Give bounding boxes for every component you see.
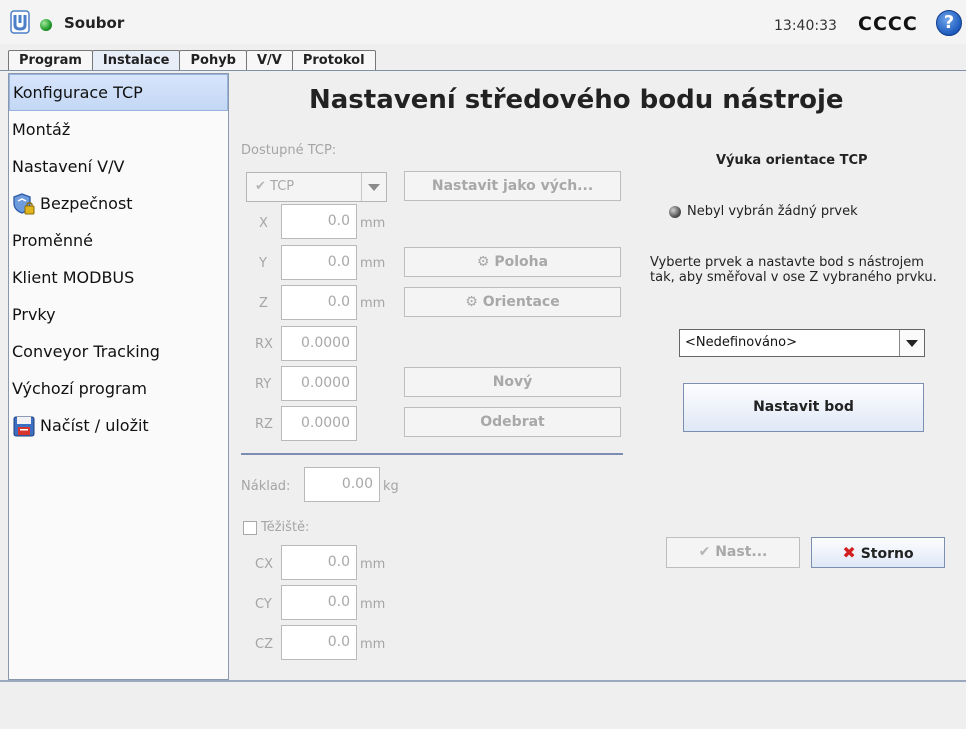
feature-select-value: <Nedefinováno> <box>685 335 797 350</box>
payload-label: Náklad: <box>241 479 291 494</box>
floppy-disk-icon <box>13 416 35 436</box>
cx-unit: mm <box>360 557 386 572</box>
teach-instructions: Vyberte prvek a nastavte bod s nástrojem… <box>650 255 937 285</box>
help-icon[interactable]: ? <box>936 10 962 36</box>
x-unit: mm <box>360 216 386 231</box>
feature-status-icon <box>669 206 681 218</box>
installation-sidebar: Konfigurace TCP Montáž Nastavení V/V Bez… <box>8 73 229 680</box>
sidebar-item-modbus[interactable]: Klient MODBUS <box>9 259 228 296</box>
rz-field[interactable]: 0.0000 <box>281 406 357 441</box>
position-button[interactable]: ⚙ Poloha <box>404 247 621 277</box>
z-field[interactable]: 0.0 <box>281 285 357 320</box>
ry-label: RY <box>255 377 272 392</box>
cy-unit: mm <box>360 597 386 612</box>
available-tcp-label: Dostupné TCP: <box>241 143 337 158</box>
sidebar-item-mounting[interactable]: Montáž <box>9 111 228 148</box>
close-icon: ✖ <box>842 543 856 562</box>
sidebar-item-label: Načíst / uložit <box>40 415 149 435</box>
top-bar: Soubor 13:40:33 CCCC ? <box>0 0 966 44</box>
z-unit: mm <box>360 296 386 311</box>
cz-field[interactable]: 0.0 <box>281 625 357 660</box>
cy-label: CY <box>255 597 272 612</box>
sidebar-item-default-program[interactable]: Výchozí program <box>9 370 228 407</box>
sidebar-item-label: Klient MODBUS <box>12 267 135 287</box>
tcp-select[interactable]: ✔ TCP <box>246 172 387 202</box>
apply-button[interactable]: ✔ Nast... <box>666 537 800 568</box>
set-default-button[interactable]: Nastavit jako vých... <box>404 171 621 201</box>
tab-installation[interactable]: Instalace <box>91 50 181 71</box>
wrench-icon: ⚙ <box>476 254 490 270</box>
sidebar-item-safety[interactable]: Bezpečnost <box>9 185 228 222</box>
sidebar-item-label: Výchozí program <box>12 378 147 398</box>
sidebar-item-label: Bezpečnost <box>40 193 133 213</box>
page-title: Nastavení středového bodu nástroje <box>309 85 844 115</box>
y-field[interactable]: 0.0 <box>281 245 357 280</box>
x-field[interactable]: 0.0 <box>281 204 357 239</box>
cancel-button-label: Storno <box>860 546 914 562</box>
wrench-icon: ⚙ <box>465 294 478 310</box>
tcp-select-value: TCP <box>270 179 295 194</box>
sidebar-item-label: Konfigurace TCP <box>13 82 143 102</box>
sidebar-item-tcp-config[interactable]: Konfigurace TCP <box>9 74 228 111</box>
tcp-config-panel: Nastavení středového bodu nástroje Dostu… <box>229 73 966 680</box>
rx-field[interactable]: 0.0000 <box>281 326 357 361</box>
cy-field[interactable]: 0.0 <box>281 585 357 620</box>
feature-select[interactable]: <Nedefinováno> <box>679 329 925 357</box>
check-icon: ✔ <box>698 544 711 560</box>
y-label: Y <box>259 256 267 271</box>
feature-status-text: Nebyl vybrán žádný prvek <box>687 204 858 219</box>
tab-move[interactable]: Pohyb <box>179 50 247 71</box>
cz-label: CZ <box>255 637 273 652</box>
teach-orientation-title: Výuka orientace TCP <box>716 153 868 168</box>
sidebar-item-label: Prvky <box>12 304 56 324</box>
set-point-button[interactable]: Nastavit bod <box>683 383 924 432</box>
rz-label: RZ <box>255 417 273 432</box>
new-tcp-button[interactable]: Nový <box>404 367 621 397</box>
sidebar-item-conveyor[interactable]: Conveyor Tracking <box>9 333 228 370</box>
orientation-button-label: Orientace <box>482 294 560 310</box>
y-unit: mm <box>360 256 386 271</box>
position-button-label: Poloha <box>494 254 549 270</box>
main-tabs: Program Instalace Pohyb V/V Protokol <box>8 50 376 71</box>
sidebar-item-variables[interactable]: Proměnné <box>9 222 228 259</box>
payload-field[interactable]: 0.00 <box>304 467 380 502</box>
remove-tcp-button[interactable]: Odebrat <box>404 407 621 437</box>
tab-program[interactable]: Program <box>8 50 93 71</box>
sidebar-item-load-save[interactable]: Načíst / uložit <box>9 407 228 444</box>
z-label: Z <box>259 296 268 311</box>
cog-label: Těžiště: <box>261 520 310 535</box>
chevron-down-icon <box>899 330 924 356</box>
orientation-button[interactable]: ⚙ Orientace <box>404 287 621 317</box>
tab-log[interactable]: Protokol <box>291 50 376 71</box>
rx-label: RX <box>255 337 273 352</box>
clock: 13:40:33 <box>774 18 837 34</box>
sidebar-item-io-setup[interactable]: Nastavení V/V <box>9 148 228 185</box>
robot-status-icon <box>40 19 52 31</box>
ry-field[interactable]: 0.0000 <box>281 366 357 401</box>
sidebar-item-label: Conveyor Tracking <box>12 341 160 361</box>
x-label: X <box>259 216 268 231</box>
apply-button-label: Nast... <box>715 544 768 560</box>
shield-lock-icon <box>13 192 35 214</box>
file-menu[interactable]: Soubor <box>64 14 124 32</box>
payload-unit: kg <box>383 479 399 494</box>
ur-logo-icon <box>10 10 30 34</box>
check-icon: ✔ <box>255 179 266 194</box>
cx-label: CX <box>255 557 273 572</box>
sidebar-item-label: Nastavení V/V <box>12 156 125 176</box>
section-divider <box>241 453 623 455</box>
footer-divider <box>0 680 966 682</box>
tab-divider <box>0 70 966 71</box>
chevron-down-icon <box>361 173 386 201</box>
cog-checkbox[interactable] <box>243 521 257 535</box>
robot-name: CCCC <box>858 13 918 35</box>
cx-field[interactable]: 0.0 <box>281 545 357 580</box>
cz-unit: mm <box>360 637 386 652</box>
sidebar-item-label: Montáž <box>12 119 71 139</box>
sidebar-item-features[interactable]: Prvky <box>9 296 228 333</box>
sidebar-item-label: Proměnné <box>12 230 93 250</box>
cancel-button[interactable]: ✖ Storno <box>811 537 945 568</box>
tab-io[interactable]: V/V <box>245 50 293 71</box>
